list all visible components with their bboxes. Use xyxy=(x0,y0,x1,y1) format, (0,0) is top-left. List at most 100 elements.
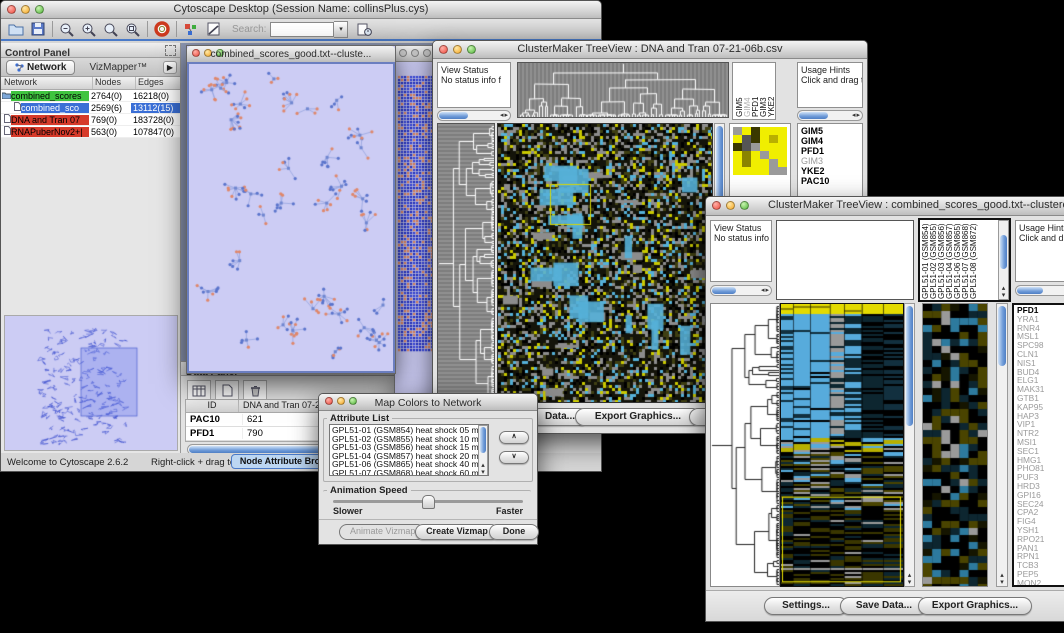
tab-network[interactable]: Network xyxy=(6,60,75,75)
file-icon xyxy=(1,114,11,125)
matrix-cell xyxy=(751,127,760,135)
column-label: GPL51-08 (GSM872) xyxy=(970,221,977,299)
control-panel: Control Panel Network VizMapper™ ▶ Netwo… xyxy=(1,43,181,453)
main-toolbar: Search: ▾ xyxy=(1,19,601,41)
tv1-usage-hints-hscrollbar[interactable]: ◂▸ xyxy=(797,110,863,121)
gene-label[interactable]: GIM4 xyxy=(801,136,862,146)
attribute-list-item[interactable]: GPL51-07 (GSM868) heat shock 60 min xyxy=(332,469,486,476)
tv2-zoom-heatmap[interactable] xyxy=(922,303,988,587)
tv2-gene-list: PFD1YRA1RNR4MSL1SPC98CLN1NIS1BUD4ELG1MAK… xyxy=(1012,303,1064,587)
matrix-cell xyxy=(751,143,760,151)
tv2-row-dendrogram[interactable] xyxy=(710,303,780,587)
gene-label[interactable]: PAC10 xyxy=(801,176,862,186)
move-up-button[interactable]: ∧ xyxy=(499,431,529,444)
help-lifering-icon[interactable] xyxy=(151,20,173,39)
float-panel-icon[interactable] xyxy=(165,45,176,56)
network-table-row[interactable]: RNAPuberNov2+|563(0)107847(0) xyxy=(1,126,180,138)
status-welcome: Welcome to Cytoscape 2.6.2 xyxy=(7,457,128,468)
zoom-window-button[interactable] xyxy=(423,49,431,57)
tv1-similarity-matrix[interactable] xyxy=(733,127,787,175)
column-label: GPL51-04 (GSM857) xyxy=(946,221,953,299)
network-table-row[interactable]: DNA and Tran 07769(0)183728(0) xyxy=(1,114,180,126)
network-edges-count: 16218(0) xyxy=(131,91,180,101)
treeview2-title: ClusterMaker TreeView : combined_scores_… xyxy=(706,199,1064,211)
matrix-cell xyxy=(778,143,787,151)
tv2-gene-vscrollbar[interactable]: ▴▾ xyxy=(996,303,1008,587)
zoom-out-icon[interactable] xyxy=(56,20,78,39)
network-table-row[interactable]: combined_scores2764(0)16218(0) xyxy=(1,90,180,102)
attribute-table-icon[interactable] xyxy=(187,380,211,401)
faster-label: Faster xyxy=(496,506,523,516)
main-title-bar[interactable]: Cytoscape Desktop (Session Name: collins… xyxy=(1,1,601,19)
export-graphics-button[interactable]: Export Graphics... xyxy=(918,597,1032,615)
done-button[interactable]: Done xyxy=(489,524,539,540)
tv2-heatmap[interactable] xyxy=(780,303,904,587)
tv1-row-dendrogram[interactable] xyxy=(437,123,495,403)
tv1-heatmap[interactable] xyxy=(497,123,713,403)
map-colors-icon[interactable] xyxy=(180,20,202,39)
network-window: combined_scores_good.txt--cluste... xyxy=(186,45,396,374)
matrix-cell xyxy=(760,151,769,159)
matrix-cell xyxy=(769,151,778,159)
gene-label[interactable]: GIM5 xyxy=(801,126,862,136)
map-colors-dialog: Map Colors to Network Attribute List GPL… xyxy=(318,393,538,545)
network-view-canvas[interactable] xyxy=(189,64,391,369)
folder-icon xyxy=(1,91,11,101)
birds-eye-view[interactable] xyxy=(4,315,178,451)
matrix-cell xyxy=(778,167,787,175)
zoom-in-icon[interactable] xyxy=(78,20,100,39)
search-index-icon[interactable] xyxy=(353,20,375,39)
new-attribute-icon[interactable] xyxy=(215,380,239,401)
open-folder-icon[interactable] xyxy=(5,20,27,39)
create-vizmap-button[interactable]: Create Vizmap xyxy=(415,524,499,540)
gene-label[interactable]: YKE2 xyxy=(801,166,862,176)
matrix-cell xyxy=(751,167,760,175)
save-icon[interactable] xyxy=(27,20,49,39)
attribute-list[interactable]: GPL51-01 (GSM854) heat shock 05 minGPL51… xyxy=(329,424,489,476)
network-window-title: combined_scores_good.txt--cluste... xyxy=(187,49,395,60)
column-label: GIM3 xyxy=(760,65,767,117)
animate-vizmap-button[interactable]: Animate Vizmap xyxy=(339,524,425,540)
matrix-cell xyxy=(778,135,787,143)
gene-label[interactable]: GIM3 xyxy=(801,156,862,166)
search-dropdown-arrow[interactable]: ▾ xyxy=(334,21,348,38)
tv2-view-status-hscrollbar[interactable]: ◂▸ xyxy=(710,285,772,296)
annotation-icon[interactable] xyxy=(202,20,224,39)
minimize-button[interactable] xyxy=(411,49,419,57)
matrix-cell xyxy=(760,127,769,135)
matrix-cell xyxy=(733,135,742,143)
tab-overflow-arrow[interactable]: ▶ xyxy=(163,61,177,74)
settings-button[interactable]: Settings... xyxy=(764,597,848,615)
column-label: GIM5 xyxy=(736,65,743,117)
column-label: GPL51-06 (GSM865) xyxy=(954,221,961,299)
network-table-row[interactable]: combined_sco2569(6)13112(15) xyxy=(1,102,180,114)
tab-vizmapper[interactable]: VizMapper™ xyxy=(89,62,147,73)
delete-attribute-icon[interactable] xyxy=(243,380,267,401)
export-graphics-button[interactable]: Export Graphics... xyxy=(575,408,701,426)
tv1-view-status-hscrollbar[interactable]: ◂▸ xyxy=(437,110,511,121)
matrix-cell xyxy=(769,143,778,151)
close-button[interactable] xyxy=(399,49,407,57)
matrix-cell xyxy=(769,167,778,175)
search-label: Search: xyxy=(232,24,266,35)
move-down-button[interactable]: ∨ xyxy=(499,451,529,464)
animation-speed-label: Animation Speed xyxy=(327,485,411,496)
tv1-column-labels: GIM5GIM4PFD1GIM3YKE2PAC10 xyxy=(732,62,776,120)
tv2-usage-hints-hscrollbar[interactable]: ◂▸ xyxy=(1015,285,1064,296)
tv2-column-labels: GPL51-01 (GSM854)GPL51-02 (GSM855)GPL51-… xyxy=(918,218,1011,302)
zoom-selected-icon[interactable] xyxy=(100,20,122,39)
gene-label[interactable]: MON2 xyxy=(1017,579,1064,587)
animation-speed-slider[interactable] xyxy=(333,500,523,503)
tv2-heatmap-vscrollbar[interactable]: ▴▾ xyxy=(904,303,915,587)
tv2-view-status-panel: View Status No status info f xyxy=(710,220,772,282)
matrix-cell xyxy=(769,159,778,167)
tv1-column-dendrogram[interactable] xyxy=(517,62,729,118)
zoom-fit-icon[interactable] xyxy=(122,20,144,39)
tv2-column-dendrogram[interactable] xyxy=(776,220,914,300)
save-data-button[interactable]: Save Data... xyxy=(840,597,928,615)
matrix-cell xyxy=(769,135,778,143)
slider-thumb[interactable] xyxy=(422,495,435,509)
network-table-header: Network Nodes Edges xyxy=(1,77,180,90)
search-input[interactable] xyxy=(270,22,334,37)
gene-label[interactable]: PFD1 xyxy=(801,146,862,156)
